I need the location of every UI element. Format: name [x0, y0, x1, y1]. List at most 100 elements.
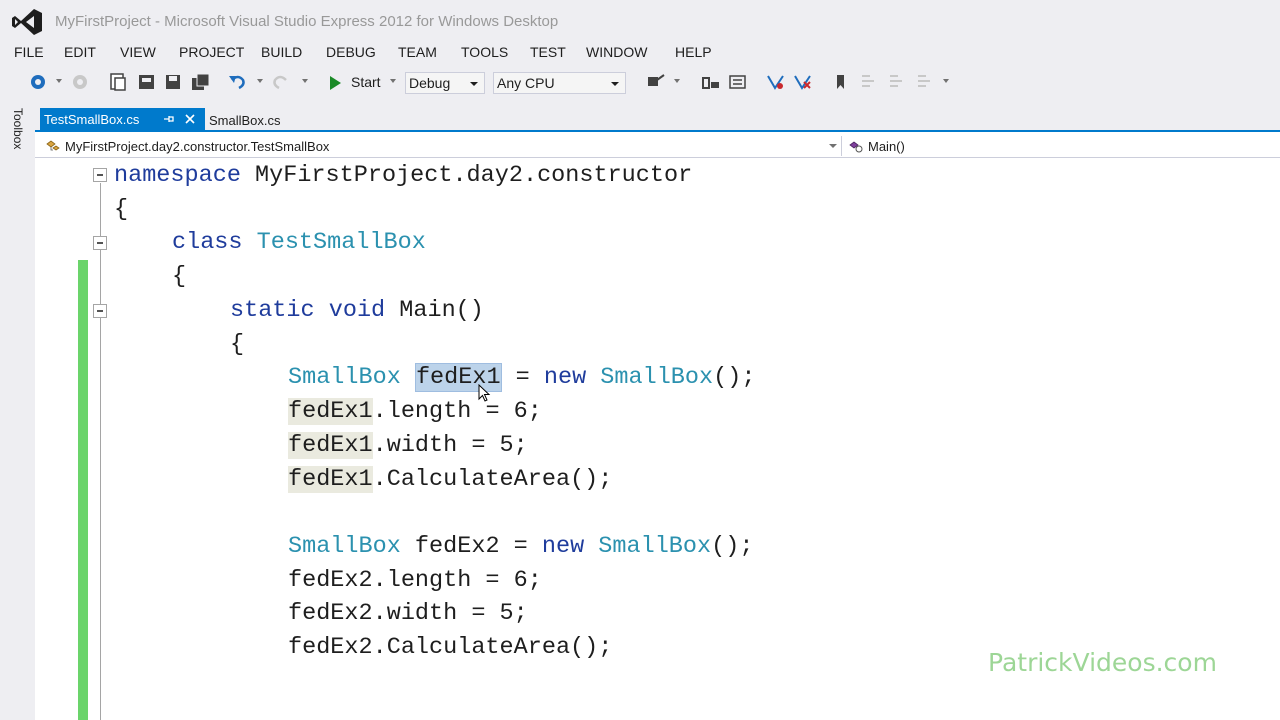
navigate-back-icon[interactable]	[28, 72, 50, 92]
code-token: new	[543, 364, 587, 391]
toolbar-options-icon[interactable]	[943, 79, 949, 83]
menu-file[interactable]: FILE	[14, 42, 44, 62]
collapse-method-icon[interactable]	[93, 304, 107, 318]
code-token: SmallBox	[288, 533, 401, 560]
code-line-12: SmallBox fedEx2 = new SmallBox();	[288, 530, 753, 564]
code-line-10: fedEx1.CalculateArea();	[288, 463, 612, 497]
code-token: .length = 6;	[372, 398, 542, 425]
menu-edit[interactable]: EDIT	[64, 42, 96, 62]
class-path: MyFirstProject.day2.constructor.TestSmal…	[65, 139, 330, 154]
solution-configuration-select[interactable]: Debug	[405, 72, 485, 94]
mouse-pointer-icon	[478, 384, 491, 402]
collapse-class-icon[interactable]	[93, 236, 107, 250]
code-line-1: namespace MyFirstProject.day2.constructo…	[114, 159, 692, 193]
new-project-icon[interactable]	[108, 72, 130, 92]
member-name[interactable]: Main()	[868, 139, 905, 154]
code-token: fedEx2.width = 5;	[288, 600, 528, 627]
menu-build[interactable]: BUILD	[261, 42, 302, 62]
solution-platform-select[interactable]: Any CPU	[493, 72, 626, 94]
platform-value: Any CPU	[497, 75, 555, 91]
play-icon	[330, 76, 341, 90]
find-in-files-icon[interactable]	[645, 72, 667, 92]
code-line-9: fedEx1.width = 5;	[288, 429, 528, 463]
types-dropdown[interactable]: MyFirstProject.day2.constructor.TestSmal…	[43, 136, 843, 156]
save-icon[interactable]	[163, 72, 185, 92]
standard-toolbar: Start Debug Any CPU	[0, 64, 1280, 102]
menu-help[interactable]: HELP	[675, 42, 712, 62]
collapse-namespace-icon[interactable]	[93, 168, 107, 182]
toolbox-strip	[0, 102, 35, 720]
code-line-14: fedEx2.width = 5;	[288, 597, 528, 631]
document-tab-bar: TestSmallBox.cs SmallBox.cs	[35, 102, 1280, 132]
toggle-breakpoint-icon[interactable]	[700, 72, 722, 92]
menu-test[interactable]: TEST	[530, 42, 566, 62]
back-dropdown-icon[interactable]	[56, 79, 62, 83]
solution-explorer-icon[interactable]	[727, 72, 749, 92]
next-bookmark-icon[interactable]	[886, 72, 908, 92]
menu-tools[interactable]: TOOLS	[461, 42, 508, 62]
code-token: void	[328, 297, 386, 324]
window-title: MyFirstProject - Microsoft Visual Studio…	[55, 13, 559, 30]
start-dropdown-icon[interactable]	[390, 79, 396, 83]
tab-testsmallbox[interactable]: TestSmallBox.cs	[40, 108, 205, 132]
code-line-13: fedEx2.length = 6;	[288, 564, 542, 598]
configuration-value: Debug	[409, 75, 451, 91]
visual-studio-logo-icon	[12, 9, 42, 35]
toolbox-tab[interactable]: Toolbox	[11, 108, 25, 149]
tab-label: SmallBox.cs	[209, 113, 281, 128]
redo-icon[interactable]	[270, 72, 292, 92]
navigation-bar: MyFirstProject.day2.constructor.TestSmal…	[35, 134, 1280, 158]
method-icon	[849, 141, 863, 153]
nav-divider	[841, 136, 842, 156]
reference-highlight: fedEx1	[288, 398, 373, 425]
reference-highlight: fedEx1	[288, 466, 373, 493]
changes-indicator-bar	[78, 260, 88, 720]
code-token: Main()	[385, 297, 484, 324]
comment-lines-icon[interactable]	[765, 72, 787, 92]
clear-bookmarks-icon[interactable]	[914, 72, 936, 92]
close-icon[interactable]	[184, 113, 196, 125]
find-dropdown-icon[interactable]	[674, 79, 680, 83]
menu-project[interactable]: PROJECT	[179, 42, 244, 62]
code-token: =	[501, 364, 544, 391]
code-line-4: {	[172, 260, 186, 294]
menu-view[interactable]: VIEW	[120, 42, 156, 62]
pin-icon[interactable]	[163, 113, 175, 125]
code-token: ();	[711, 533, 754, 560]
open-file-icon[interactable]	[136, 72, 158, 92]
code-token: static	[230, 297, 315, 324]
code-token: {	[230, 331, 245, 358]
redo-dropdown-icon[interactable]	[302, 79, 308, 83]
code-token: namespace	[114, 162, 241, 189]
code-line-7: SmallBox fedEx1 = new SmallBox();	[288, 361, 755, 395]
code-token: {	[114, 196, 129, 223]
bookmark-icon[interactable]	[830, 72, 852, 92]
previous-bookmark-icon[interactable]	[858, 72, 880, 92]
undo-dropdown-icon[interactable]	[257, 79, 263, 83]
menu-team[interactable]: TEAM	[398, 42, 437, 62]
save-all-icon[interactable]	[190, 72, 212, 92]
code-line-2: {	[114, 193, 128, 227]
class-icon	[46, 140, 60, 151]
title-bar: MyFirstProject - Microsoft Visual Studio…	[0, 0, 1280, 42]
code-token: .CalculateArea();	[372, 466, 613, 493]
code-token: TestSmallBox	[256, 229, 426, 256]
menu-bar: FILE EDIT VIEW PROJECT BUILD DEBUG TEAM …	[0, 42, 1280, 64]
code-token: ();	[713, 364, 756, 391]
menu-debug[interactable]: DEBUG	[326, 42, 376, 62]
code-line-5: static void Main()	[230, 294, 484, 328]
code-line-3: class TestSmallBox	[172, 226, 426, 260]
uncomment-lines-icon[interactable]	[792, 72, 814, 92]
code-line-15: fedEx2.CalculateArea();	[288, 631, 612, 665]
chevron-down-icon[interactable]	[829, 144, 837, 148]
chevron-down-icon	[611, 82, 619, 86]
undo-icon[interactable]	[227, 72, 249, 92]
tab-smallbox[interactable]: SmallBox.cs	[207, 108, 297, 132]
code-token: {	[172, 263, 187, 290]
code-token: class	[172, 229, 243, 256]
menu-window[interactable]: WINDOW	[586, 42, 647, 62]
chevron-down-icon	[470, 82, 478, 86]
navigate-forward-icon[interactable]	[70, 72, 92, 92]
